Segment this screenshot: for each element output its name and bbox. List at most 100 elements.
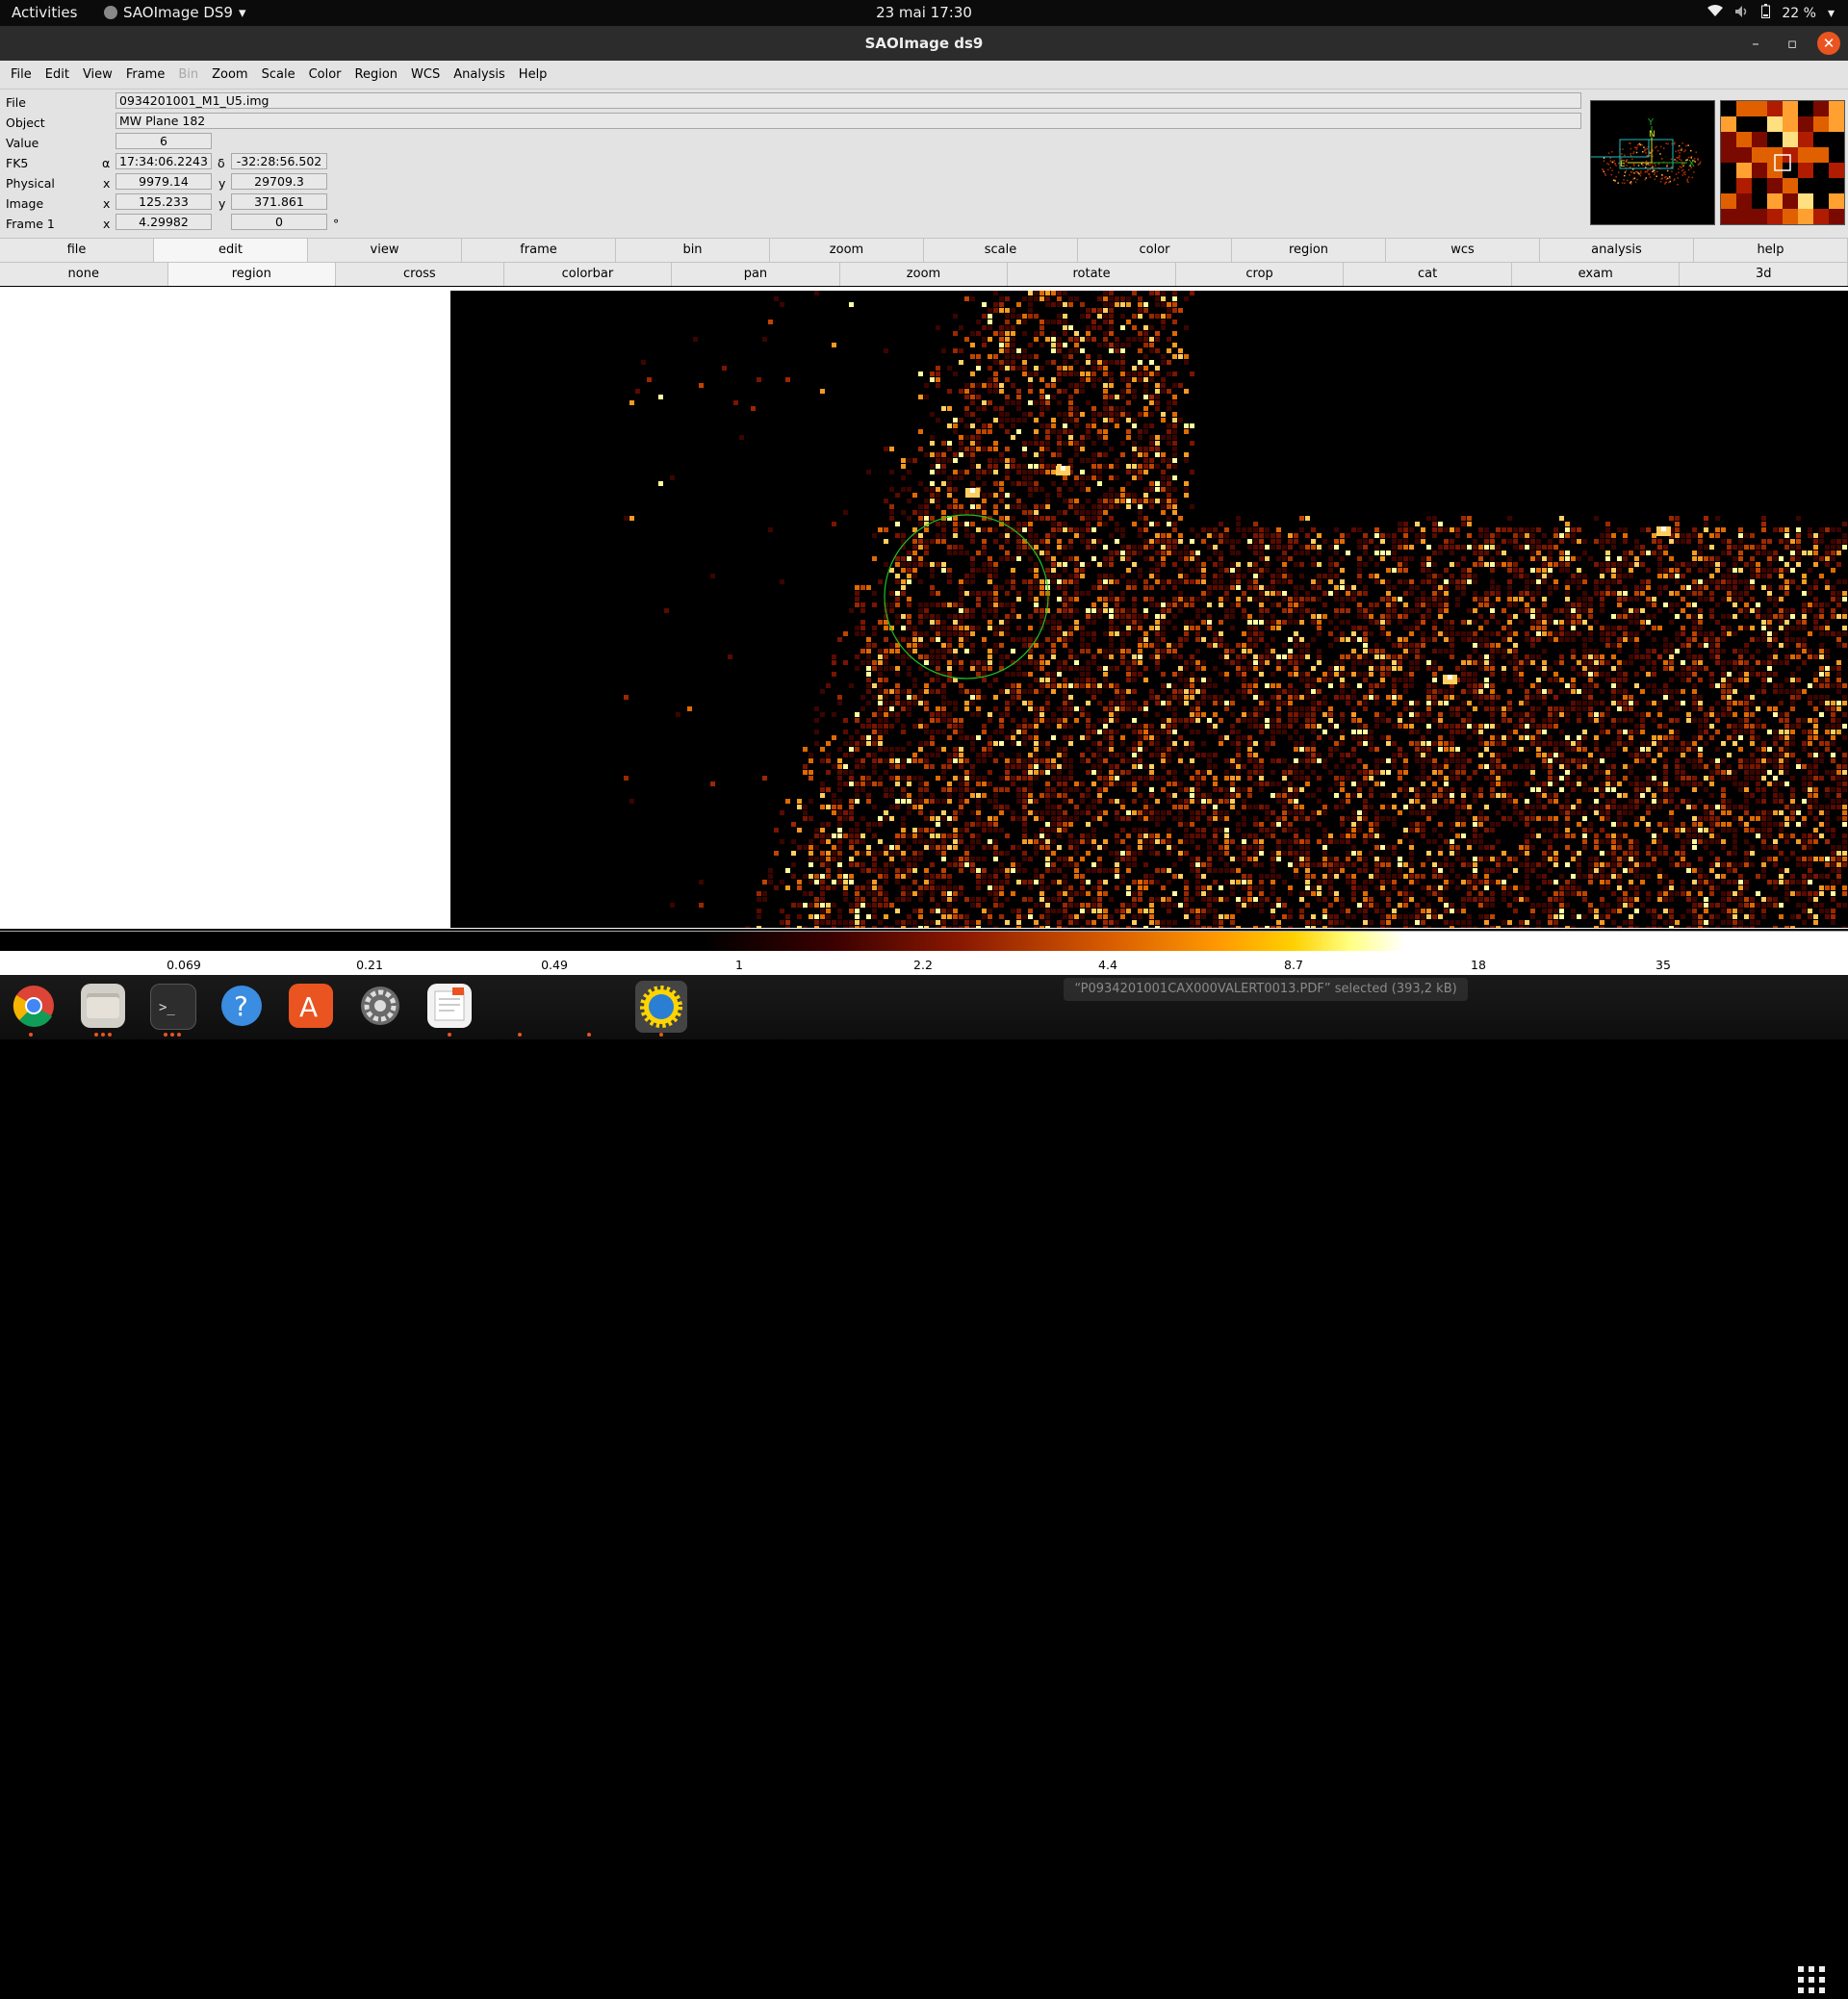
minimize-icon[interactable]: – [1744, 32, 1767, 55]
menu-frame[interactable]: Frame [119, 67, 172, 82]
activities-button[interactable]: Activities [12, 4, 77, 21]
clock[interactable]: 23 mai 17:30 [876, 4, 972, 21]
mode-cat-button[interactable]: cat [1344, 263, 1512, 286]
menu-color[interactable]: Color [302, 67, 348, 82]
image-frame[interactable] [450, 291, 1848, 928]
image-pixel [993, 695, 998, 700]
button-frame[interactable]: frame [462, 239, 616, 262]
image-pixel [1519, 718, 1524, 723]
mode-3d-button[interactable]: 3d [1680, 263, 1848, 286]
image-pixel [1415, 712, 1420, 717]
image-pixel [1063, 643, 1067, 648]
image-pixel [947, 493, 952, 498]
panner-pixel [1624, 154, 1626, 157]
button-file[interactable]: file [0, 239, 154, 262]
magnifier-pixel [1721, 101, 1736, 116]
button-scale[interactable]: scale [924, 239, 1078, 262]
button-zoom[interactable]: zoom [770, 239, 924, 262]
image-pixel [1109, 302, 1114, 307]
image-pixel [878, 579, 883, 584]
menu-analysis[interactable]: Analysis [447, 67, 512, 82]
image-pixel [1097, 452, 1102, 457]
image-pixel [988, 741, 992, 746]
image-pixel [930, 730, 935, 734]
image-pixel [1184, 660, 1189, 665]
button-analysis[interactable]: analysis [1540, 239, 1694, 262]
image-pixel [959, 551, 963, 555]
image-pixel [1675, 562, 1680, 567]
image-pixel [866, 683, 871, 688]
mode-crop-button[interactable]: crop [1176, 263, 1345, 286]
image-pixel [1605, 637, 1610, 642]
button-edit[interactable]: edit [154, 239, 308, 262]
menu-edit[interactable]: Edit [38, 67, 76, 82]
image-pixel [1663, 585, 1668, 590]
menu-region[interactable]: Region [348, 67, 405, 82]
image-pixel [1057, 631, 1062, 636]
image-pixel [1588, 712, 1593, 717]
mode-rotate-button[interactable]: rotate [1008, 263, 1176, 286]
image-pixel [1080, 470, 1085, 474]
image-pixel [1074, 452, 1079, 457]
image-pixel [947, 458, 952, 463]
image-pixel [1253, 678, 1258, 682]
mode-zoom-button[interactable]: zoom [840, 263, 1009, 286]
image-pixel [1080, 389, 1085, 394]
image-pixel [1126, 620, 1131, 625]
image-pixel [988, 447, 992, 451]
mode-colorbar-button[interactable]: colorbar [504, 263, 673, 286]
image-pixel [953, 533, 958, 538]
image-pixel [1016, 551, 1021, 555]
window-title-bar[interactable]: SAOImage ds9 – ▫ ✕ [0, 26, 1848, 61]
mode-exam-button[interactable]: exam [1512, 263, 1681, 286]
image-pixel [1265, 724, 1270, 729]
image-pixel [860, 631, 865, 636]
xray-image[interactable] [450, 291, 1848, 928]
image-pixel [1051, 533, 1056, 538]
image-pixel [1195, 626, 1200, 630]
image-pixel [1161, 683, 1166, 688]
button-view[interactable]: view [308, 239, 462, 262]
image-pixel [1149, 597, 1154, 602]
menu-file[interactable]: File [4, 67, 38, 82]
close-icon[interactable]: ✕ [1817, 32, 1840, 55]
image-pixel [1582, 706, 1587, 711]
image-pixel [1813, 718, 1818, 723]
system-tray[interactable]: 22 % ▾ [1707, 4, 1835, 22]
image-pixel [1582, 551, 1587, 555]
menu-scale[interactable]: Scale [255, 67, 302, 82]
button-color[interactable]: color [1078, 239, 1232, 262]
menu-view[interactable]: View [76, 67, 119, 82]
menu-help[interactable]: Help [512, 67, 554, 82]
mode-cross-button[interactable]: cross [336, 263, 504, 286]
mode-pan-button[interactable]: pan [672, 263, 840, 286]
image-pixel [1167, 464, 1171, 469]
image-pixel [1732, 562, 1737, 567]
image-pixel [1109, 614, 1114, 619]
image-pixel [1103, 562, 1108, 567]
panner[interactable]: X Y N E [1590, 100, 1715, 225]
image-pixel [1057, 372, 1062, 376]
button-wcs[interactable]: wcs [1386, 239, 1540, 262]
image-pixel [855, 597, 860, 602]
image-pixel [1155, 487, 1160, 492]
image-pixel [1265, 706, 1270, 711]
app-menu[interactable]: SAOImage DS9 ▾ [104, 4, 246, 21]
image-pixel [1426, 574, 1431, 578]
menu-wcs[interactable]: WCS [404, 67, 447, 82]
mode-region-button[interactable]: region [167, 263, 337, 286]
image-pixel [1403, 527, 1408, 532]
button-help[interactable]: help [1694, 239, 1848, 262]
button-region[interactable]: region [1232, 239, 1386, 262]
maximize-icon[interactable]: ▫ [1781, 32, 1804, 55]
image-pixel [1594, 620, 1599, 625]
image-pixel [1692, 683, 1697, 688]
image-pixel [1507, 706, 1512, 711]
image-pixel [1086, 678, 1091, 682]
image-pixel [1392, 568, 1397, 573]
mode-none-button[interactable]: none [0, 263, 168, 286]
image-pixel [1063, 602, 1067, 607]
image-pixel [1005, 579, 1010, 584]
button-bin[interactable]: bin [616, 239, 770, 262]
menu-zoom[interactable]: Zoom [205, 67, 254, 82]
